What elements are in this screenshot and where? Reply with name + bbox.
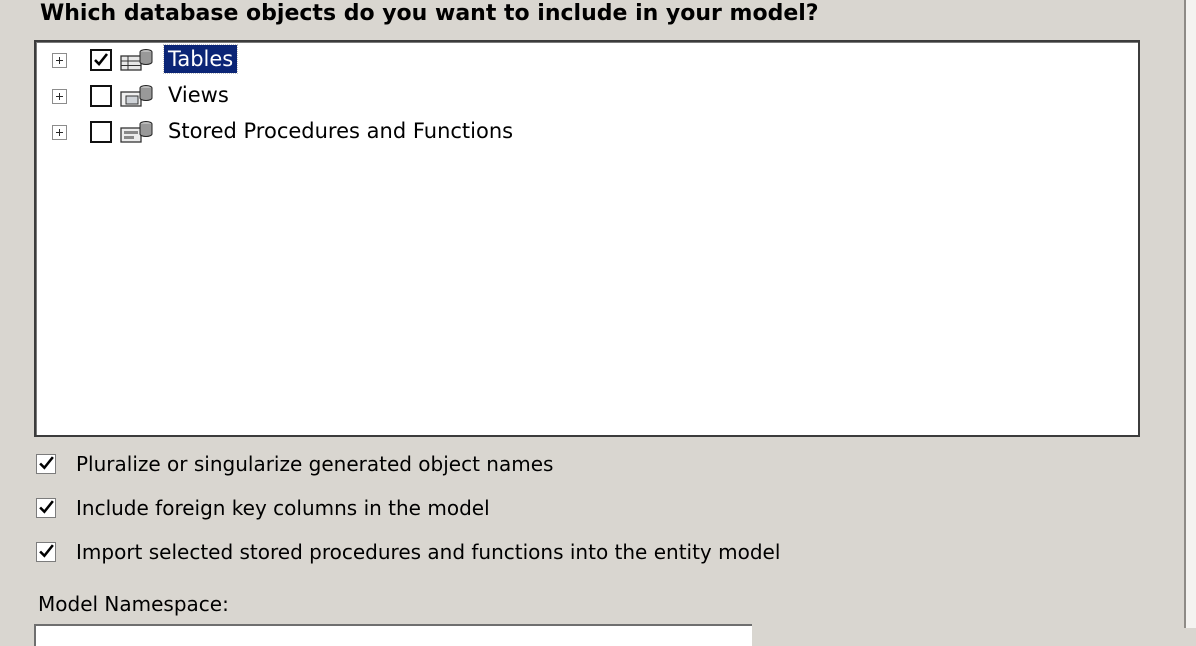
foreign-keys-label: Include foreign key columns in the model [76,496,490,520]
wizard-dialog: Which database objects do you want to in… [0,0,1184,646]
expand-stored-procedures-icon[interactable] [52,125,67,140]
pluralize-checkbox[interactable] [36,454,56,474]
foreign-keys-checkbox[interactable] [36,498,56,518]
expand-views-icon[interactable] [52,89,67,104]
checkmark-icon [39,500,54,514]
checkmark-icon [94,53,109,66]
checkmark-icon [39,456,54,470]
database-objects-tree[interactable]: Tables Views Stored Procedures and Funct… [34,40,1140,437]
model-namespace-input[interactable] [34,624,752,646]
tables-icon [120,49,153,71]
model-namespace-label: Model Namespace: [38,592,229,616]
foreign-keys-option[interactable]: Include foreign key columns in the model [36,493,490,523]
stored-procedures-icon [120,121,153,143]
views-icon [120,85,153,107]
tree-item-label: Views [168,83,229,107]
tree-item-label: Stored Procedures and Functions [168,119,514,143]
stored-procedures-checkbox[interactable] [90,121,112,143]
import-procedures-label: Import selected stored procedures and fu… [76,540,781,564]
views-checkbox[interactable] [90,85,112,107]
tables-checkbox[interactable] [90,49,112,71]
import-procedures-checkbox[interactable] [36,542,56,562]
dialog-edge-highlight [1186,0,1196,628]
checkmark-icon [39,544,54,558]
pluralize-option[interactable]: Pluralize or singularize generated objec… [36,449,553,479]
import-procedures-option[interactable]: Import selected stored procedures and fu… [36,537,780,567]
pluralize-label: Pluralize or singularize generated objec… [76,452,554,476]
expand-tables-icon[interactable] [52,53,67,68]
page-title: Which database objects do you want to in… [40,1,819,26]
tree-item-label: Tables [162,44,239,74]
